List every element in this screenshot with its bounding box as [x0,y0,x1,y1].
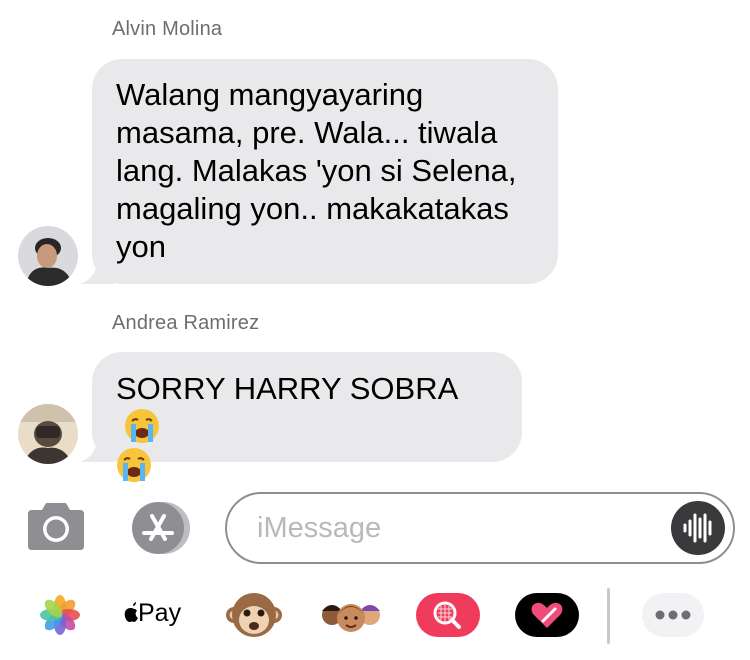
photos-icon [40,595,80,635]
avatar[interactable] [18,404,78,464]
memoji-button[interactable] [318,585,384,645]
camera-button[interactable] [26,500,86,552]
message-line: lang. Malakas 'yon si Selena, [116,153,517,188]
message-input[interactable]: iMessage [225,492,735,564]
audio-waveform-icon [683,513,712,543]
more-icon [642,593,704,637]
sender-name: Alvin Molina [112,18,223,40]
audio-message-button[interactable] [671,501,725,555]
monkey-animoji-icon [226,593,282,637]
message-line: yon [116,229,166,264]
photos-app-button[interactable] [38,585,82,645]
message-bubble[interactable]: Walang mangyayaring masama, pre. Wala...… [80,59,558,284]
message-line [116,447,498,486]
app-store-button[interactable] [126,501,192,555]
message-line: Walang mangyayaring [116,77,424,112]
digital-touch-button[interactable] [513,585,581,645]
crying-face-icon [117,448,151,482]
digital-touch-icon [515,593,579,637]
message-line: magaling yon.. makakatakas [116,191,509,226]
apple-pay-label: Pay [138,599,182,627]
more-apps-button[interactable] [640,585,706,645]
message-text: SORRY HARRY SOBRA [116,371,457,406]
app-store-icon [132,502,190,554]
animoji-button[interactable] [226,585,282,645]
crying-face-icon [125,409,159,443]
input-placeholder: iMessage [257,512,382,544]
search-images-icon [416,593,480,637]
apple-pay-icon [124,602,138,622]
sender-name: Andrea Ramirez [112,312,260,334]
image-search-button[interactable] [414,585,482,645]
avatar[interactable] [18,226,78,286]
memoji-icon [322,604,380,632]
drawer-divider [607,588,610,644]
message-line: SORRY HARRY SOBRA [116,370,498,447]
message-line: masama, pre. Wala... tiwala [116,115,498,150]
message-bubble[interactable]: SORRY HARRY SOBRA [80,352,522,482]
bubble-tail [80,432,114,462]
apple-pay-button[interactable]: Pay [120,585,190,645]
camera-icon [28,503,84,550]
bubble-tail [80,254,114,284]
